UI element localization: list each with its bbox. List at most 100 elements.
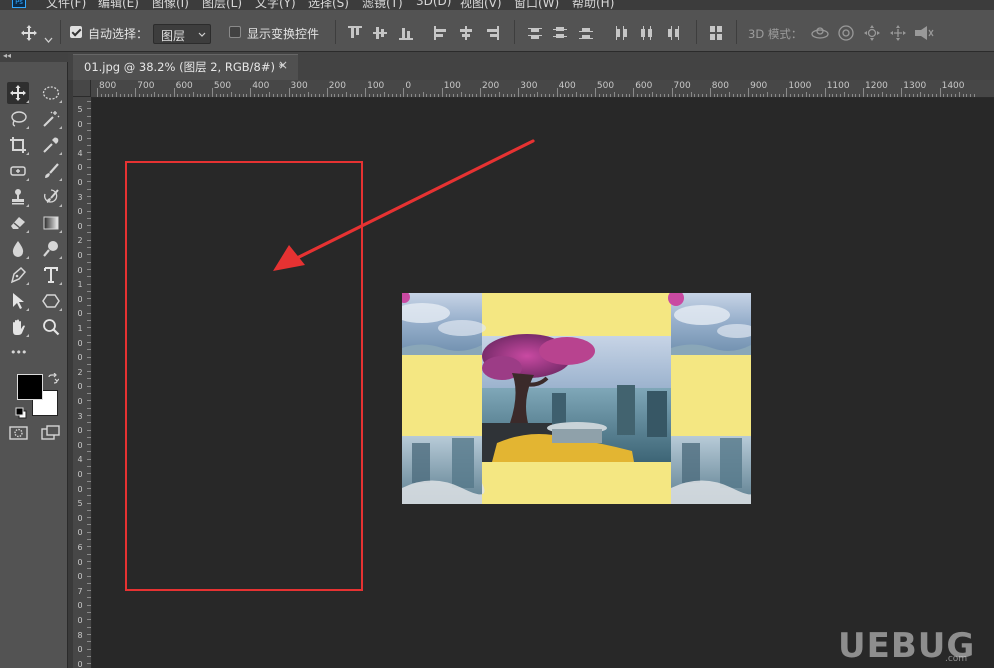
swap-colors-icon[interactable] [47,370,60,389]
auto-align-layers-icon[interactable] [710,26,724,40]
distribute-left-icon[interactable] [614,26,628,40]
move-tool[interactable] [7,82,29,104]
ruler-minor-tick [533,94,535,97]
ruler-minor-tick [372,94,374,97]
ruler-minor-tick [261,94,263,97]
align-left-icon[interactable] [434,26,448,40]
collapse-panel-icon[interactable]: ◂◂ [3,51,11,60]
ruler-minor-tick [299,94,301,97]
blur-tool[interactable] [7,238,29,260]
menu-help[interactable]: 帮助(H) [572,0,614,10]
healing-brush-tool[interactable] [7,160,29,182]
history-brush-tool[interactable] [40,186,62,208]
ruler-label: 2 [77,236,83,246]
ruler-minor-tick [457,94,459,97]
distribute-bottom-icon[interactable] [579,26,593,40]
marquee-tool[interactable] [40,82,62,104]
ruler-minor-tick [116,92,118,97]
menu-file[interactable]: 文件(F) [46,0,86,10]
align-right-icon[interactable] [485,26,499,40]
auto-select-checkbox[interactable] [70,26,82,38]
3d-roll-icon[interactable] [837,24,855,46]
3d-pan-icon[interactable] [863,24,881,46]
layer-composite[interactable] [394,290,757,504]
ruler-tick [250,88,252,97]
ruler-minor-tick [353,94,355,97]
menu-edit[interactable]: 编辑(E) [98,0,139,10]
show-transform-checkbox[interactable] [229,26,241,38]
ruler-minor-tick [552,94,554,97]
eraser-tool[interactable] [7,212,29,234]
align-top-icon[interactable] [348,26,362,40]
ruler-minor-tick [87,334,91,336]
menu-select[interactable]: 选择(S) [308,0,349,10]
ruler-minor-tick [832,94,834,97]
screen-mode-icon[interactable] [41,425,61,445]
distribute-right-icon[interactable] [666,26,680,40]
horizontal-ruler[interactable]: 800 700 600 500 400 300 200 100 0 100 200 300 400 500… [91,80,994,98]
lasso-tool[interactable] [7,108,29,130]
ruler-minor-tick [87,312,91,314]
eyedropper-tool[interactable] [40,134,62,156]
ruler-minor-tick [87,144,91,146]
tools-panel-header[interactable]: ◂◂ [0,51,68,62]
menu-3d[interactable]: 3D(D) [416,0,451,8]
pen-tool[interactable] [7,264,29,286]
3d-scale-icon[interactable] [913,24,935,46]
dodge-tool[interactable] [40,238,62,260]
distribute-vertical-center-icon[interactable] [553,26,567,40]
ruler-minor-tick [181,94,183,97]
close-tab-icon[interactable]: × [278,58,288,72]
magnifier-icon [43,319,60,336]
ruler-label: 700 [137,81,155,91]
ruler-minor-tick [637,94,639,97]
menu-window[interactable]: 窗口(W) [514,0,559,10]
ruler-minor-tick [87,487,91,489]
path-selection-tool[interactable] [7,290,29,312]
ruler-minor-tick [368,94,370,97]
clone-stamp-tool[interactable] [7,186,29,208]
crop-tool[interactable] [7,134,29,156]
ruler-minor-tick [487,94,489,97]
ruler-minor-tick [112,94,114,97]
move-tool-preset-icon[interactable] [20,24,38,42]
edit-toolbar-more-icon[interactable]: ••• [10,346,27,359]
vertical-ruler[interactable]: 5 0 0 4 0 0 3 0 0 2 0 0 1 0 0 1 0 0 2 0 0 3 0 0 4 0 0 5 0 0 6 0 0 7 0 0 8 0 0 [73,97,92,668]
default-colors-icon[interactable] [15,404,27,423]
ruler-label: 0 [77,265,83,275]
shape-tool[interactable] [40,290,62,312]
menu-layer[interactable]: 图层(L) [202,0,242,10]
ruler-minor-tick [414,94,416,97]
ruler-origin[interactable] [73,80,91,97]
ruler-label: 0 [77,470,83,479]
ruler-label: 600 [635,81,653,91]
align-vertical-center-icon[interactable] [373,26,387,40]
chevron-down-icon[interactable] [44,28,53,47]
ruler-minor-tick [87,283,91,285]
3d-slide-icon[interactable] [889,24,907,46]
align-bottom-icon[interactable] [399,26,413,40]
type-tool[interactable] [40,264,62,286]
document-tab-title: 01.jpg @ 38.2% (图层 2, RGB/8#) * [84,60,285,74]
distribute-horizontal-center-icon[interactable] [640,26,654,40]
menu-image[interactable]: 图像(I) [152,0,189,10]
magic-wand-tool[interactable] [40,108,62,130]
brush-tool[interactable] [40,160,62,182]
ruler-minor-tick [437,94,439,97]
zoom-tool[interactable] [40,316,62,338]
hand-tool[interactable] [7,316,29,338]
ruler-minor-tick [690,92,692,97]
watermark-domain: .com [945,654,968,664]
foreground-color-swatch[interactable] [17,374,43,400]
quick-mask-icon[interactable] [9,425,29,445]
menu-type[interactable]: 文字(Y) [255,0,296,10]
menu-view[interactable]: 视图(V) [460,0,502,10]
menu-filter[interactable]: 滤镜(T) [362,0,403,10]
3d-orbit-icon[interactable] [810,24,830,46]
document-tab[interactable]: 01.jpg @ 38.2% (图层 2, RGB/8#) * × [73,54,298,80]
auto-select-target-dropdown[interactable]: 图层 [153,24,211,44]
gradient-tool[interactable] [40,212,62,234]
distribute-top-icon[interactable] [528,26,542,40]
align-horizontal-center-icon[interactable] [459,26,473,40]
ruler-label: 7 [77,586,83,596]
